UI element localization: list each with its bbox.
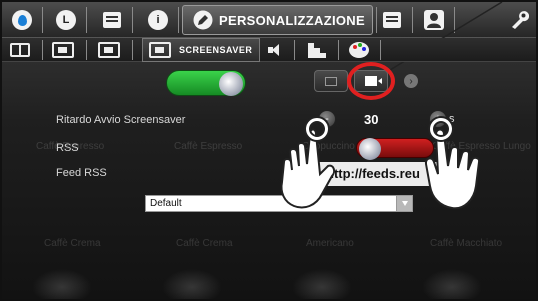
touch-hand-icon-right <box>424 114 488 219</box>
select-value: Default <box>150 198 182 209</box>
highlight-circle <box>347 62 395 100</box>
photo-mode-button[interactable] <box>314 70 348 92</box>
delay-value: 30 <box>364 112 379 127</box>
toggle-knob <box>359 138 381 160</box>
feed-label: Feed RSS <box>56 167 107 179</box>
next-icon: › <box>404 74 418 88</box>
chevron-down-icon[interactable] <box>396 196 412 211</box>
speaker-icon[interactable] <box>268 41 282 59</box>
toggle-knob <box>219 72 243 96</box>
rss-label: RSS <box>56 142 79 154</box>
tab-label: SCREENSAVER <box>179 45 253 55</box>
next-mode-button[interactable]: › <box>394 70 428 92</box>
image-book-icon[interactable] <box>52 41 74 59</box>
photo-icon <box>325 76 337 86</box>
book-icon[interactable] <box>10 41 30 59</box>
picture-icon[interactable] <box>98 41 120 59</box>
tab-screensaver[interactable]: SCREENSAVER <box>142 38 260 62</box>
touch-hand-icon-left <box>276 114 340 219</box>
palette-icon[interactable] <box>348 41 370 59</box>
screensaver-enable-toggle[interactable] <box>166 70 246 96</box>
screen: Caffè Espresso Caffè Espresso Cappuccino… <box>0 0 538 301</box>
delay-label: Ritardo Avvio Screensaver <box>56 114 186 126</box>
sub-tab-bar: SCREENSAVER <box>2 38 536 62</box>
stairs-icon[interactable] <box>306 41 328 59</box>
rss-toggle[interactable] <box>356 138 434 160</box>
screensaver-icon <box>149 42 171 58</box>
